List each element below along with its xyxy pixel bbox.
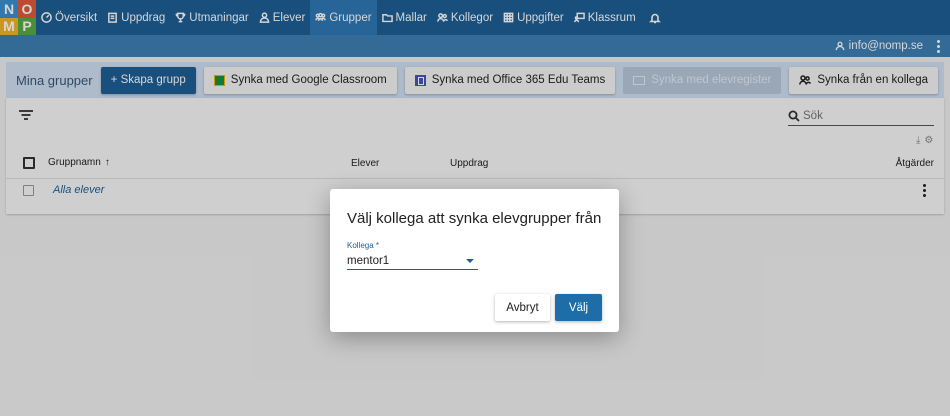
confirm-button[interactable]: Välj [555, 294, 602, 321]
colleague-select[interactable]: mentor1 [347, 252, 478, 270]
cancel-button[interactable]: Avbryt [495, 294, 550, 321]
dialog-title: Välj kollega att synka elevgrupper från [347, 210, 602, 227]
select-colleague-dialog: Välj kollega att synka elevgrupper från … [330, 189, 619, 332]
colleague-field-label: Kollega * [347, 241, 380, 250]
dropdown-arrow-icon [466, 258, 474, 263]
colleague-selected-value: mentor1 [347, 254, 390, 267]
